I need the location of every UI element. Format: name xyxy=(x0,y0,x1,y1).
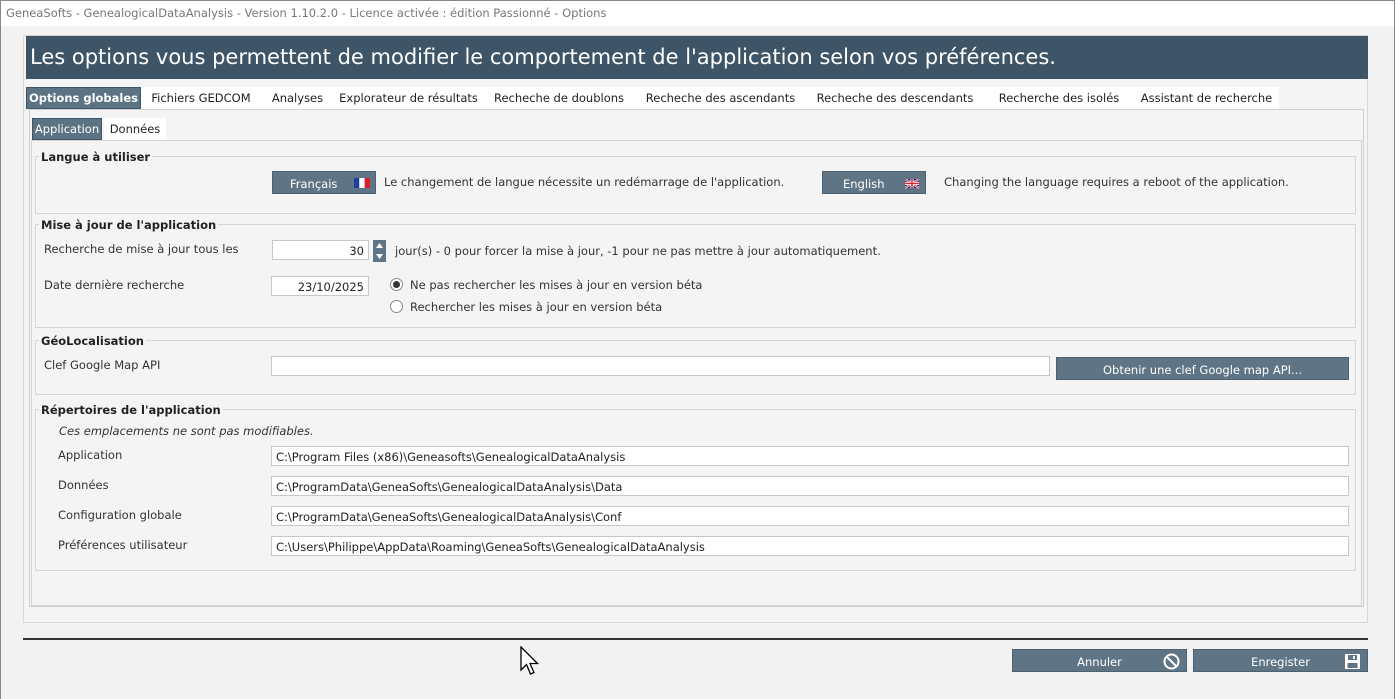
directories-note: Ces emplacements ne sont pas modifiables… xyxy=(59,424,314,438)
tab-descendants[interactable]: Recheche des descendants xyxy=(806,87,984,109)
cancel-button[interactable]: Annuler xyxy=(1012,649,1187,672)
beta-off-radio[interactable] xyxy=(390,278,403,291)
uk-flag-icon xyxy=(905,179,920,189)
window-border xyxy=(0,0,1395,1)
cancel-icon xyxy=(1163,653,1180,670)
beta-on-label[interactable]: Rechercher les mises à jour en version b… xyxy=(410,300,662,314)
france-flag-icon xyxy=(354,178,370,188)
cancel-button-label: Annuler xyxy=(1077,655,1122,669)
tab-doublons[interactable]: Recheche de doublons xyxy=(483,87,635,109)
french-note: Le changement de langue nécessite un red… xyxy=(384,175,785,189)
window-title: GeneaSofts - GenealogicalDataAnalysis - … xyxy=(0,0,1395,26)
update-group-title: Mise à jour de l'application xyxy=(39,218,219,232)
config-dir-label: Configuration globale xyxy=(58,508,182,522)
update-interval-hint: jour(s) - 0 pour forcer la mise à jour, … xyxy=(395,244,881,258)
tab-assistant[interactable]: Assistant de recherche xyxy=(1134,87,1279,109)
update-group xyxy=(35,224,1356,328)
mouse-cursor-icon xyxy=(520,646,540,675)
application-dir-field[interactable]: C:\Program Files (x86)\Geneasofts\Geneal… xyxy=(271,446,1349,466)
update-interval-input[interactable]: 30 xyxy=(272,240,369,260)
last-check-date-input[interactable]: 23/10/2025 xyxy=(271,276,369,296)
save-button[interactable]: Enregister xyxy=(1193,649,1368,672)
interval-decrement-button[interactable] xyxy=(373,251,386,262)
prefs-dir-field[interactable]: C:\Users\Philippe\AppData\Roaming\GeneaS… xyxy=(271,536,1349,556)
french-button[interactable]: Français xyxy=(272,171,376,194)
get-api-key-button[interactable]: Obtenir une clef Google map API... xyxy=(1056,357,1349,380)
google-api-input[interactable] xyxy=(271,356,1050,376)
tab-analyses[interactable]: Analyses xyxy=(261,87,334,109)
last-check-label: Date dernière recherche xyxy=(44,278,185,292)
options-banner: Les options vous permettent de modifier … xyxy=(26,36,1368,79)
floppy-disk-icon xyxy=(1345,654,1360,669)
beta-on-radio[interactable] xyxy=(390,300,403,313)
tab-fichiers-gedcom[interactable]: Fichiers GEDCOM xyxy=(141,87,261,109)
window-border-left xyxy=(0,0,1,699)
update-interval-label: Recherche de mise à jour tous les xyxy=(44,242,239,256)
language-group-title: Langue à utiliser xyxy=(39,150,153,164)
english-note: Changing the language requires a reboot … xyxy=(944,175,1289,189)
english-button[interactable]: English xyxy=(822,171,926,194)
tab-isoles[interactable]: Recherche des isolés xyxy=(984,87,1134,109)
application-dir-label: Application xyxy=(58,448,123,462)
english-button-label: English xyxy=(843,177,885,191)
interval-increment-button[interactable] xyxy=(373,240,386,251)
arrow-up-icon xyxy=(376,243,383,248)
data-dir-field[interactable]: C:\ProgramData\GeneaSofts\GenealogicalDa… xyxy=(271,476,1349,496)
beta-off-label[interactable]: Ne pas rechercher les mises à jour en ve… xyxy=(410,278,702,292)
directories-group-title: Répertoires de l'application xyxy=(39,403,223,417)
footer-separator xyxy=(23,638,1368,640)
prefs-dir-label: Préférences utilisateur xyxy=(58,538,188,552)
tab-ascendants[interactable]: Recheche des ascendants xyxy=(635,87,806,109)
save-button-label: Enregister xyxy=(1251,655,1310,669)
subtab-donnees[interactable]: Données xyxy=(104,118,166,140)
tab-explorateur[interactable]: Explorateur de résultats xyxy=(334,87,483,109)
tab-options-globales[interactable]: Options globales xyxy=(26,87,141,109)
french-button-label: Français xyxy=(290,177,338,191)
subtab-application[interactable]: Application xyxy=(32,118,102,140)
data-dir-label: Données xyxy=(58,478,109,492)
arrow-down-icon xyxy=(376,254,383,259)
geo-group-title: GéoLocalisation xyxy=(39,334,146,348)
google-api-label: Clef Google Map API xyxy=(44,358,161,372)
config-dir-field[interactable]: C:\ProgramData\GeneaSofts\GenealogicalDa… xyxy=(271,506,1349,526)
main-tabbar: Options globales Fichiers GEDCOM Analyse… xyxy=(26,87,1279,109)
